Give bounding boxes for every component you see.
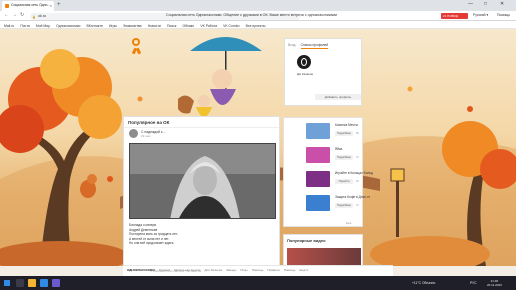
post-text: Баллада о матери Андрей Дементьев Постар… (129, 223, 276, 246)
footer-link[interactable]: Звезды (226, 268, 236, 272)
tab-login[interactable]: Вход (288, 43, 295, 47)
profile-avatar[interactable] (297, 55, 311, 69)
add-profile-button[interactable]: Добавить профиль (315, 94, 361, 100)
new-tab-button[interactable]: + (57, 2, 61, 8)
page-title: Социальная сеть Одноклассники. Общение с… (166, 13, 337, 18)
bookmark-mail[interactable]: Почта (20, 24, 29, 28)
ok-logo[interactable] (130, 38, 142, 56)
reload-icon[interactable]: ↻ (20, 12, 24, 18)
help-link[interactable]: Помощь (497, 13, 510, 17)
browser-tab[interactable]: Социальная сеть Одно... × (2, 1, 54, 11)
bookmarks-bar: Mail.ru Почта Моё Мир Одноклассники ВКон… (0, 21, 516, 29)
start-icon[interactable] (4, 280, 10, 286)
tab-title: Социальная сеть Одно... (11, 3, 51, 7)
footer-more-link[interactable]: Ещё ▾ (299, 268, 307, 272)
app-button[interactable]: Подробнее (335, 155, 353, 160)
post-time: 29 июл (141, 134, 151, 138)
post-line: Но она всё продолжает ждать. (129, 241, 175, 246)
minimize-button[interactable]: — (468, 1, 473, 7)
video-header: Популярные видео (287, 237, 326, 243)
games-card: Копилка Мечты Подробнее 68 Яйка Подробне… (283, 117, 373, 227)
bookmark-vkwork[interactable]: VK Работа (200, 24, 217, 28)
bookmark-search[interactable]: Поиск (167, 24, 176, 28)
browser-tab-strip: Социальная сеть Одно... × + — □ ✕ (0, 0, 516, 11)
language-selector[interactable]: Русский ▾ (473, 13, 488, 17)
app-button[interactable]: Подробнее (335, 203, 353, 208)
footer-link[interactable]: Правила (267, 268, 279, 272)
bookmark-allprojects[interactable]: Все проекты (246, 24, 266, 28)
bookmark-myworld[interactable]: Моё Мир (36, 24, 50, 28)
close-tab-icon[interactable]: × (50, 3, 52, 8)
popular-feed-card: Популярное на ОК С надеждой к ... 29 июл… (123, 116, 280, 266)
profile-name[interactable]: Дм Казаков (297, 72, 313, 76)
feed-header: Популярное на ОК (124, 117, 279, 128)
bookmark-ok[interactable]: Одноклассники (56, 24, 80, 28)
app-button[interactable]: Перейти (335, 179, 353, 184)
maximize-button[interactable]: □ (484, 1, 487, 7)
taskbar: +11°C Облачно РУС 21:36 20.11.2023 (0, 276, 516, 290)
search-icon[interactable] (16, 279, 24, 287)
input-language[interactable]: РУС (470, 281, 477, 285)
copyright: © 2006-2023 ООО «ВК/ОК» / 12+ Best Ru (150, 270, 202, 273)
promo-badge[interactable]: 21 ПОВОД (441, 12, 468, 19)
footer-link[interactable]: Игры (240, 268, 247, 272)
browser-icon[interactable] (40, 279, 48, 287)
bookmark-vk[interactable]: ВКонтакте (87, 24, 103, 28)
tab-profile-list[interactable]: Список профилей (300, 43, 329, 49)
weather-widget[interactable]: +11°C Облачно (412, 281, 435, 285)
app-icon[interactable] (52, 279, 60, 287)
clock[interactable]: 21:36 20.11.2023 (487, 279, 502, 287)
login-panel: Вход Список профилей Дм Казаков Добавить… (284, 38, 362, 106)
app-thumbnail (306, 123, 330, 139)
app-thumbnail (306, 147, 330, 163)
bookmark-cloud[interactable]: Облако (182, 24, 194, 28)
app-thumbnail (306, 195, 330, 211)
forward-icon[interactable]: → (12, 12, 17, 18)
login-tabs: Вход Список профилей (288, 42, 332, 49)
more-apps-link[interactable]: Ещё (346, 222, 352, 225)
bookmark-vkcombo[interactable]: VK Combo (223, 24, 239, 28)
popular-video-card: Популярные видео (283, 234, 363, 267)
close-window-button[interactable]: ✕ (500, 1, 504, 7)
lock-icon: 🔒 (32, 14, 36, 19)
footer-link[interactable]: Для бизнеса (205, 268, 223, 272)
app-thumbnail (306, 171, 330, 187)
bookmark-games[interactable]: Игры (109, 24, 117, 28)
bookmark-dating[interactable]: Знакомства (123, 24, 141, 28)
footer-link[interactable]: Помощь (284, 268, 296, 272)
woman-portrait-image (130, 144, 275, 218)
bookmark-news[interactable]: Новости (148, 24, 161, 28)
author-name[interactable]: С надеждой к ... (141, 130, 166, 134)
post-photo[interactable] (129, 143, 276, 219)
bookmark-mailru[interactable]: Mail.ru (4, 24, 14, 28)
ok-favicon-icon (5, 4, 9, 8)
footer-link[interactable]: Помощь (252, 268, 264, 272)
back-icon[interactable]: ← (4, 12, 9, 18)
app-button[interactable]: Подробнее (335, 131, 353, 136)
file-explorer-icon[interactable] (28, 279, 36, 287)
author-avatar[interactable] (129, 129, 138, 138)
